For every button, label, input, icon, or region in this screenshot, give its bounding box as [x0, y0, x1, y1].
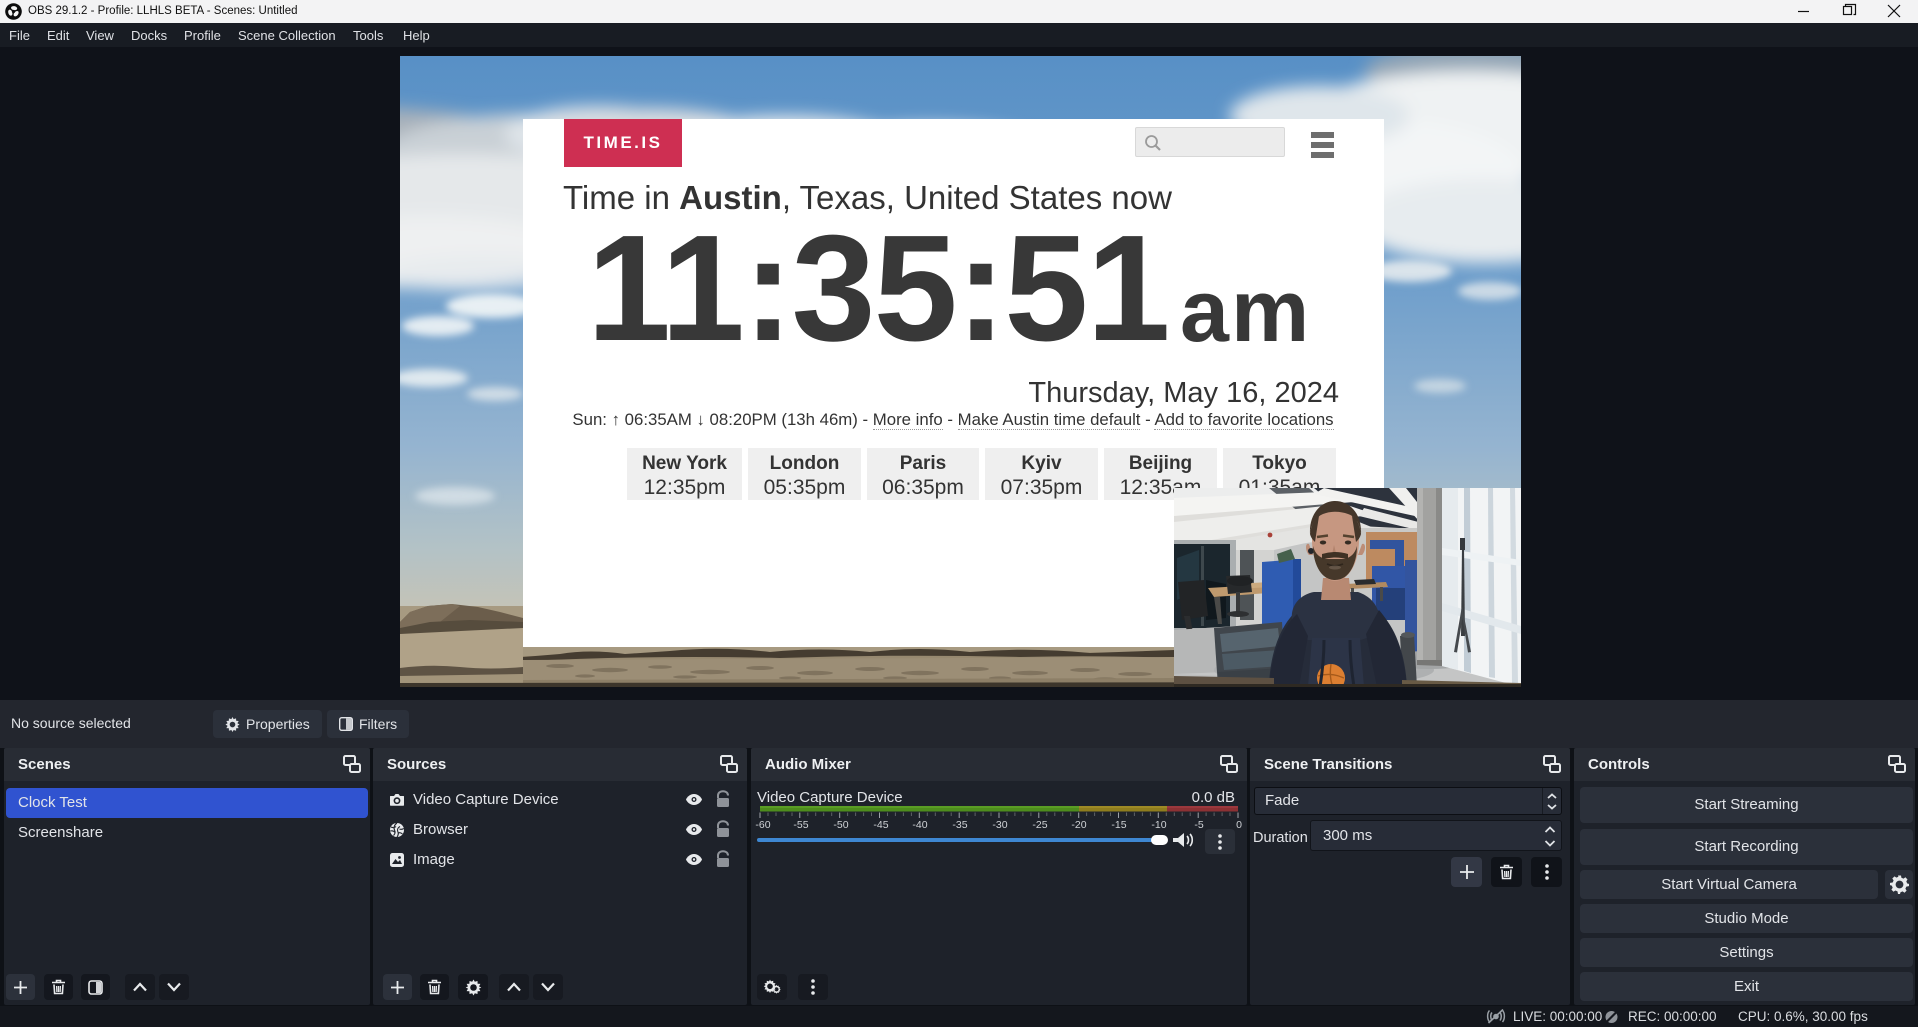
svg-text:-30: -30 — [992, 819, 1007, 831]
svg-text:-10: -10 — [1151, 819, 1166, 831]
svg-text:-15: -15 — [1111, 819, 1126, 831]
svg-text:-50: -50 — [833, 819, 848, 831]
svg-text:-60: -60 — [755, 819, 770, 831]
svg-text:-25: -25 — [1032, 819, 1047, 831]
svg-text:-20: -20 — [1071, 819, 1086, 831]
svg-text:-45: -45 — [873, 819, 888, 831]
svg-text:-35: -35 — [952, 819, 967, 831]
svg-text:-55: -55 — [793, 819, 808, 831]
svg-text:0: 0 — [1236, 819, 1242, 831]
svg-text:-5: -5 — [1194, 819, 1203, 831]
svg-text:-40: -40 — [912, 819, 927, 831]
